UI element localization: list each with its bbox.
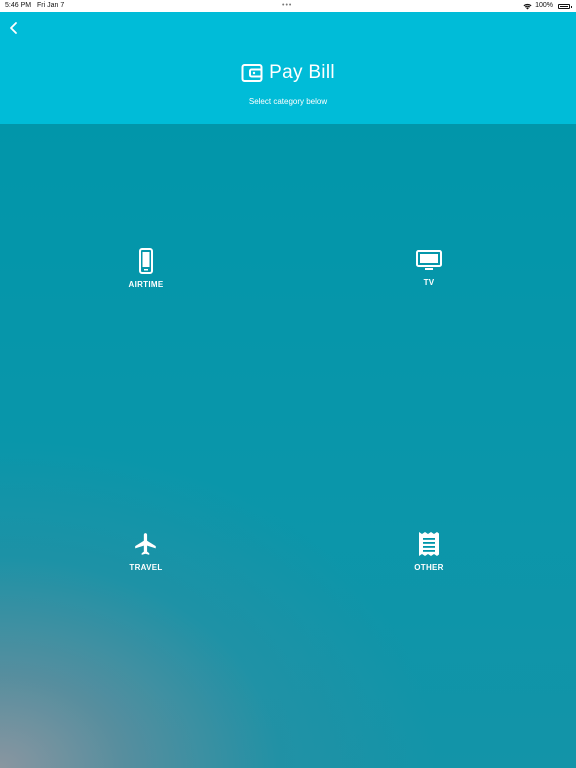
category-other[interactable]: OTHER xyxy=(384,531,474,572)
tv-icon xyxy=(416,250,442,270)
title-row: Pay Bill xyxy=(0,62,576,84)
multitasking-dots-icon[interactable]: ••• xyxy=(282,0,292,12)
airplane-icon xyxy=(135,533,156,555)
wallet-icon xyxy=(241,64,263,82)
category-label: TV xyxy=(423,278,435,287)
status-bar: 5:46 PM Fri Jan 7 ••• 100% xyxy=(0,0,576,12)
receipt-icon xyxy=(419,532,439,556)
battery-percent: 100% xyxy=(535,2,553,9)
status-time: 5:46 PM xyxy=(5,2,32,9)
page-title: Pay Bill xyxy=(269,62,335,83)
page-subtitle: Select category below xyxy=(248,97,328,106)
wifi-icon xyxy=(523,3,532,9)
category-travel[interactable]: TRAVEL xyxy=(101,531,191,572)
header: Pay Bill Select category below xyxy=(0,12,576,124)
status-indicators: 100% xyxy=(523,0,572,12)
back-button[interactable] xyxy=(6,20,22,36)
status-date: Fri Jan 7 xyxy=(37,2,65,9)
battery-icon xyxy=(558,3,572,9)
category-label: TRAVEL xyxy=(129,563,163,572)
category-airtime[interactable]: AIRTIME xyxy=(101,248,191,289)
category-label: AIRTIME xyxy=(128,280,164,289)
category-grid: AIRTIME TV TRAVEL OTHER xyxy=(0,124,576,768)
pay-bill-screen: 5:46 PM Fri Jan 7 ••• 100% Pay Bill Sele… xyxy=(0,0,576,768)
category-label: OTHER xyxy=(414,563,444,572)
back-chevron-icon xyxy=(10,22,17,34)
category-tv[interactable]: TV xyxy=(384,248,474,287)
phone-icon xyxy=(139,248,153,274)
